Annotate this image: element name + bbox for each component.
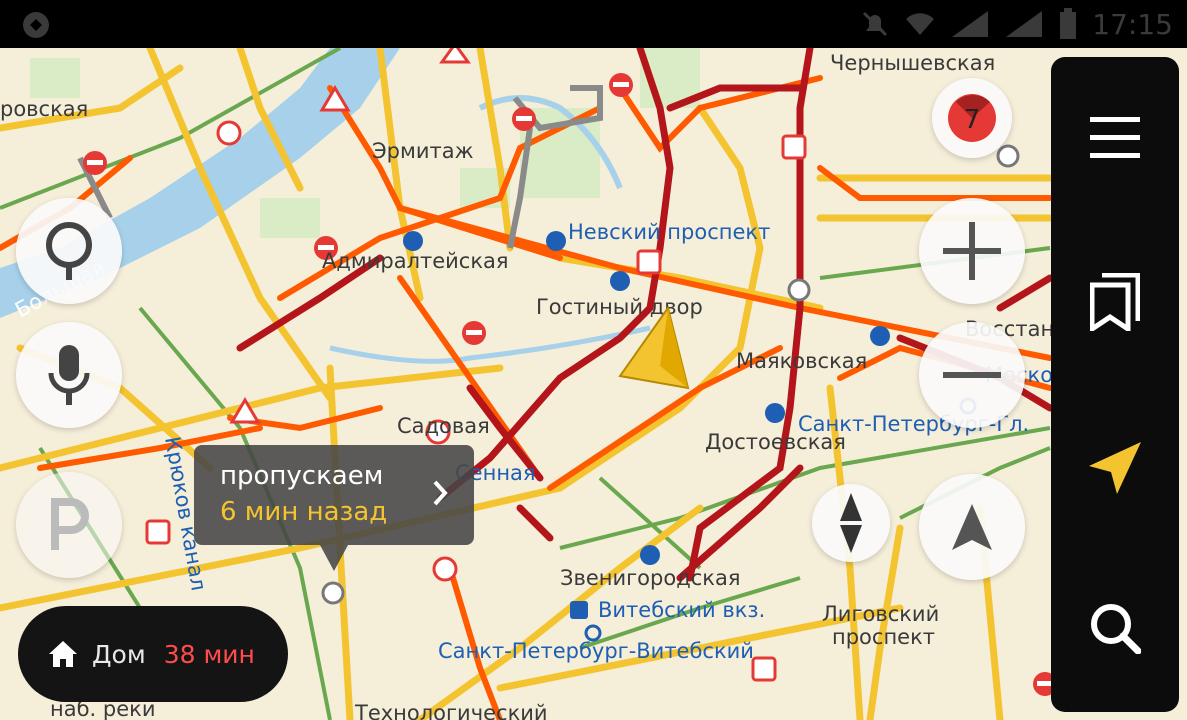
search-button[interactable] [1051,583,1179,673]
signal-2-icon [1006,11,1043,37]
accident-icon [751,656,777,682]
compass-icon [840,493,862,553]
plus-icon [943,222,1001,280]
map-label: Гостиный двор [536,295,703,319]
zoom-out-button[interactable] [919,322,1025,428]
metro-icon [610,271,630,291]
map-label: Лиговский [822,602,939,626]
my-location-button[interactable] [1051,423,1179,513]
notice-time: 6 мин назад [220,497,388,527]
map-label: проспект [832,625,935,649]
home-eta: 38 мин [163,639,255,669]
no-entry-icon [83,151,107,175]
navigation-arrow-icon [952,504,992,550]
voice-input-button[interactable] [16,322,122,428]
traffic-light-icon: 7 [948,94,996,142]
search-icon [1091,604,1141,654]
hamburger-menu-icon [1090,117,1140,158]
accident-icon [781,134,807,160]
notice-title: пропускаем [220,461,384,491]
metro-icon [870,326,890,346]
map-label: Санкт-Петербург-Витебский [438,639,754,663]
camera-icon [216,120,242,146]
map-label: Маяковская [736,349,867,373]
chevron-right-icon [433,480,448,506]
parking-button[interactable] [16,472,122,578]
map-label: Садовая [397,414,490,438]
app-notification-icon [23,12,49,38]
no-entry-icon [462,321,486,345]
wifi-icon [906,13,935,35]
home-icon [49,641,77,667]
bookmarks-icon [1090,273,1140,331]
battery-icon [1060,8,1077,39]
side-panel [1051,57,1179,712]
map-label: Невский проспект [568,220,770,244]
rail-station-icon [570,601,588,619]
metro-icon [640,545,660,565]
no-entry-icon [512,107,536,131]
chat-icon [996,144,1020,168]
map-label: Чернышевская [830,51,995,75]
accident-icon [636,249,662,275]
status-clock: 17:15 [1092,7,1173,41]
map-label: Эрмитаж [372,139,474,163]
bookmarks-button[interactable] [1051,257,1179,347]
metro-icon [765,403,785,423]
chat-icon [787,278,811,302]
road-event-notice[interactable]: пропускаем 6 мин назад [194,445,474,571]
follow-mode-button[interactable] [919,474,1025,580]
location-arrow-icon [1089,442,1141,494]
status-bar: 17:15 [0,0,1187,48]
home-route-button[interactable]: Дом 38 мин [18,606,288,702]
search-place-button[interactable] [16,198,122,304]
microphone-icon [48,345,90,405]
map-pin-icon [46,222,92,280]
camera-icon [432,556,458,582]
signal-icon [952,11,989,37]
mute-icon [863,11,888,37]
compass-button[interactable] [812,484,890,562]
traffic-score-button[interactable]: 7 [932,78,1012,158]
map-label: ровская [0,97,88,121]
notice-pointer [320,545,348,571]
accident-icon [145,519,171,545]
menu-button[interactable] [1051,93,1179,183]
map-label: Адмиралтейская [322,249,509,273]
parking-icon [51,498,89,550]
map-label: Технологический [354,701,548,720]
metro-icon [546,231,566,251]
map-label: Витебский вкз. [598,598,765,622]
no-entry-icon [609,73,633,97]
traffic-score-value: 7 [964,105,981,135]
minus-icon [943,372,1001,378]
map-label: Звенигородская [560,566,740,590]
zoom-in-button[interactable] [919,198,1025,304]
home-label: Дом [92,639,146,669]
metro-icon [403,231,423,251]
chat-icon [321,581,345,605]
